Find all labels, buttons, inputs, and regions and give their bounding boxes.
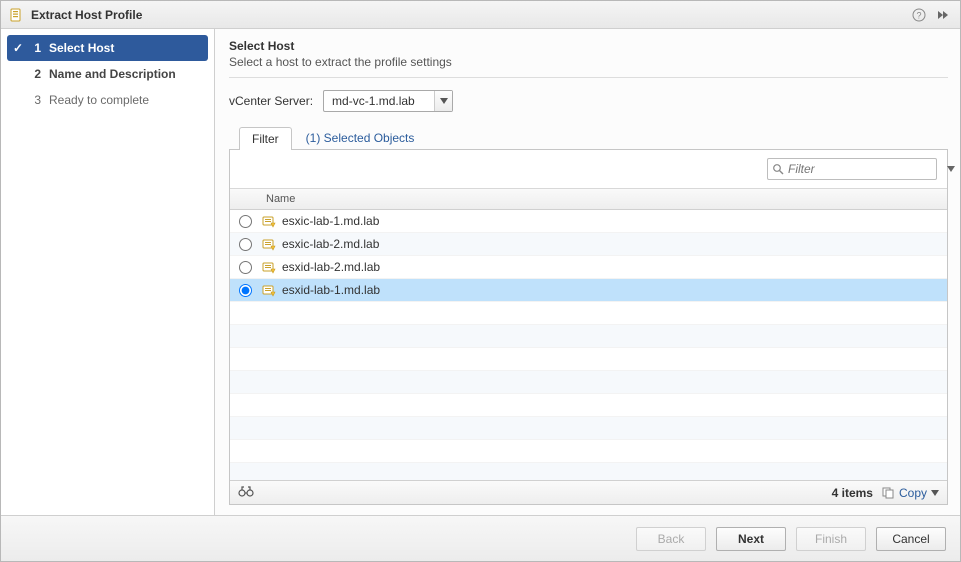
vcenter-row: vCenter Server: md-vc-1.md.lab [229, 90, 948, 112]
table-row-empty [230, 302, 947, 325]
button-bar: Back Next Finish Cancel [1, 515, 960, 561]
step-number: 1 [27, 41, 41, 55]
page-title: Select Host [229, 39, 948, 53]
host-icon [260, 237, 278, 251]
table-row-empty [230, 417, 947, 440]
host-name: esxid-lab-2.md.lab [282, 260, 380, 274]
table-rows: esxic-lab-1.md.lab esxic-lab-2.md.lab [230, 210, 947, 480]
wizard-step-ready-complete[interactable]: 3 Ready to complete [7, 87, 208, 113]
vcenter-value: md-vc-1.md.lab [324, 94, 434, 108]
host-profile-icon [9, 7, 25, 23]
vcenter-label: vCenter Server: [229, 94, 313, 108]
chevron-down-icon [434, 91, 452, 111]
chevron-down-icon [931, 490, 939, 496]
row-radio[interactable] [239, 238, 252, 251]
table-row-empty [230, 394, 947, 417]
filter-box[interactable] [767, 158, 937, 180]
back-button[interactable]: Back [636, 527, 706, 551]
wizard-step-name-description[interactable]: 2 Name and Description [7, 61, 208, 87]
title-bar: Extract Host Profile ? [1, 1, 960, 29]
host-name: esxic-lab-2.md.lab [282, 237, 379, 251]
extract-host-profile-dialog: Extract Host Profile ? ✓ 1 Select Host 2… [0, 0, 961, 562]
row-radio[interactable] [239, 284, 252, 297]
step-label: Select Host [49, 41, 114, 55]
dialog-title: Extract Host Profile [31, 8, 142, 22]
main-content: Select Host Select a host to extract the… [215, 29, 960, 515]
table-row-empty [230, 440, 947, 463]
hosts-table: Name esxic-lab-1.md.lab [230, 188, 947, 504]
column-name[interactable]: Name [260, 193, 295, 205]
table-row-empty [230, 325, 947, 348]
step-number: 3 [27, 93, 41, 107]
forward-icon[interactable] [934, 6, 952, 24]
filter-input[interactable] [786, 161, 947, 177]
divider [229, 77, 948, 78]
table-row[interactable]: esxid-lab-2.md.lab [230, 256, 947, 279]
hosts-panel: Name esxic-lab-1.md.lab [229, 149, 948, 505]
help-icon[interactable]: ? [910, 6, 928, 24]
dialog-body: ✓ 1 Select Host 2 Name and Description 3… [1, 29, 960, 515]
host-icon [260, 214, 278, 228]
host-icon [260, 283, 278, 297]
svg-text:?: ? [916, 10, 921, 20]
table-row-empty [230, 348, 947, 371]
copy-label: Copy [899, 486, 927, 500]
step-number: 2 [27, 67, 41, 81]
tab-selected-objects[interactable]: (1) Selected Objects [296, 127, 425, 149]
finish-button[interactable]: Finish [796, 527, 866, 551]
copy-button[interactable]: Copy [881, 486, 939, 500]
table-row[interactable]: esxic-lab-2.md.lab [230, 233, 947, 256]
page-subtitle: Select a host to extract the profile set… [229, 55, 948, 69]
table-row[interactable]: esxic-lab-1.md.lab [230, 210, 947, 233]
table-row[interactable]: esxid-lab-1.md.lab [230, 279, 947, 302]
table-footer: 4 items Copy [230, 480, 947, 504]
filter-row [230, 150, 947, 188]
table-header: Name [230, 188, 947, 210]
row-radio[interactable] [239, 261, 252, 274]
table-row-empty [230, 371, 947, 394]
host-name: esxic-lab-1.md.lab [282, 214, 379, 228]
table-row-empty [230, 463, 947, 480]
find-icon[interactable] [238, 484, 254, 501]
host-icon [260, 260, 278, 274]
row-radio[interactable] [239, 215, 252, 228]
vcenter-dropdown[interactable]: md-vc-1.md.lab [323, 90, 453, 112]
next-button[interactable]: Next [716, 527, 786, 551]
cancel-button[interactable]: Cancel [876, 527, 946, 551]
check-icon: ✓ [11, 41, 25, 55]
search-icon [772, 163, 784, 175]
filter-dropdown-icon[interactable] [947, 166, 955, 172]
step-label: Ready to complete [49, 93, 149, 107]
tab-filter[interactable]: Filter [239, 127, 292, 150]
wizard-steps-sidebar: ✓ 1 Select Host 2 Name and Description 3… [1, 29, 215, 515]
tabs: Filter (1) Selected Objects [229, 126, 948, 149]
host-name: esxid-lab-1.md.lab [282, 283, 380, 297]
tab-label: Filter [252, 132, 279, 146]
item-count: 4 items [832, 486, 873, 500]
step-label: Name and Description [49, 67, 176, 81]
wizard-step-select-host[interactable]: ✓ 1 Select Host [7, 35, 208, 61]
copy-icon [881, 486, 895, 500]
